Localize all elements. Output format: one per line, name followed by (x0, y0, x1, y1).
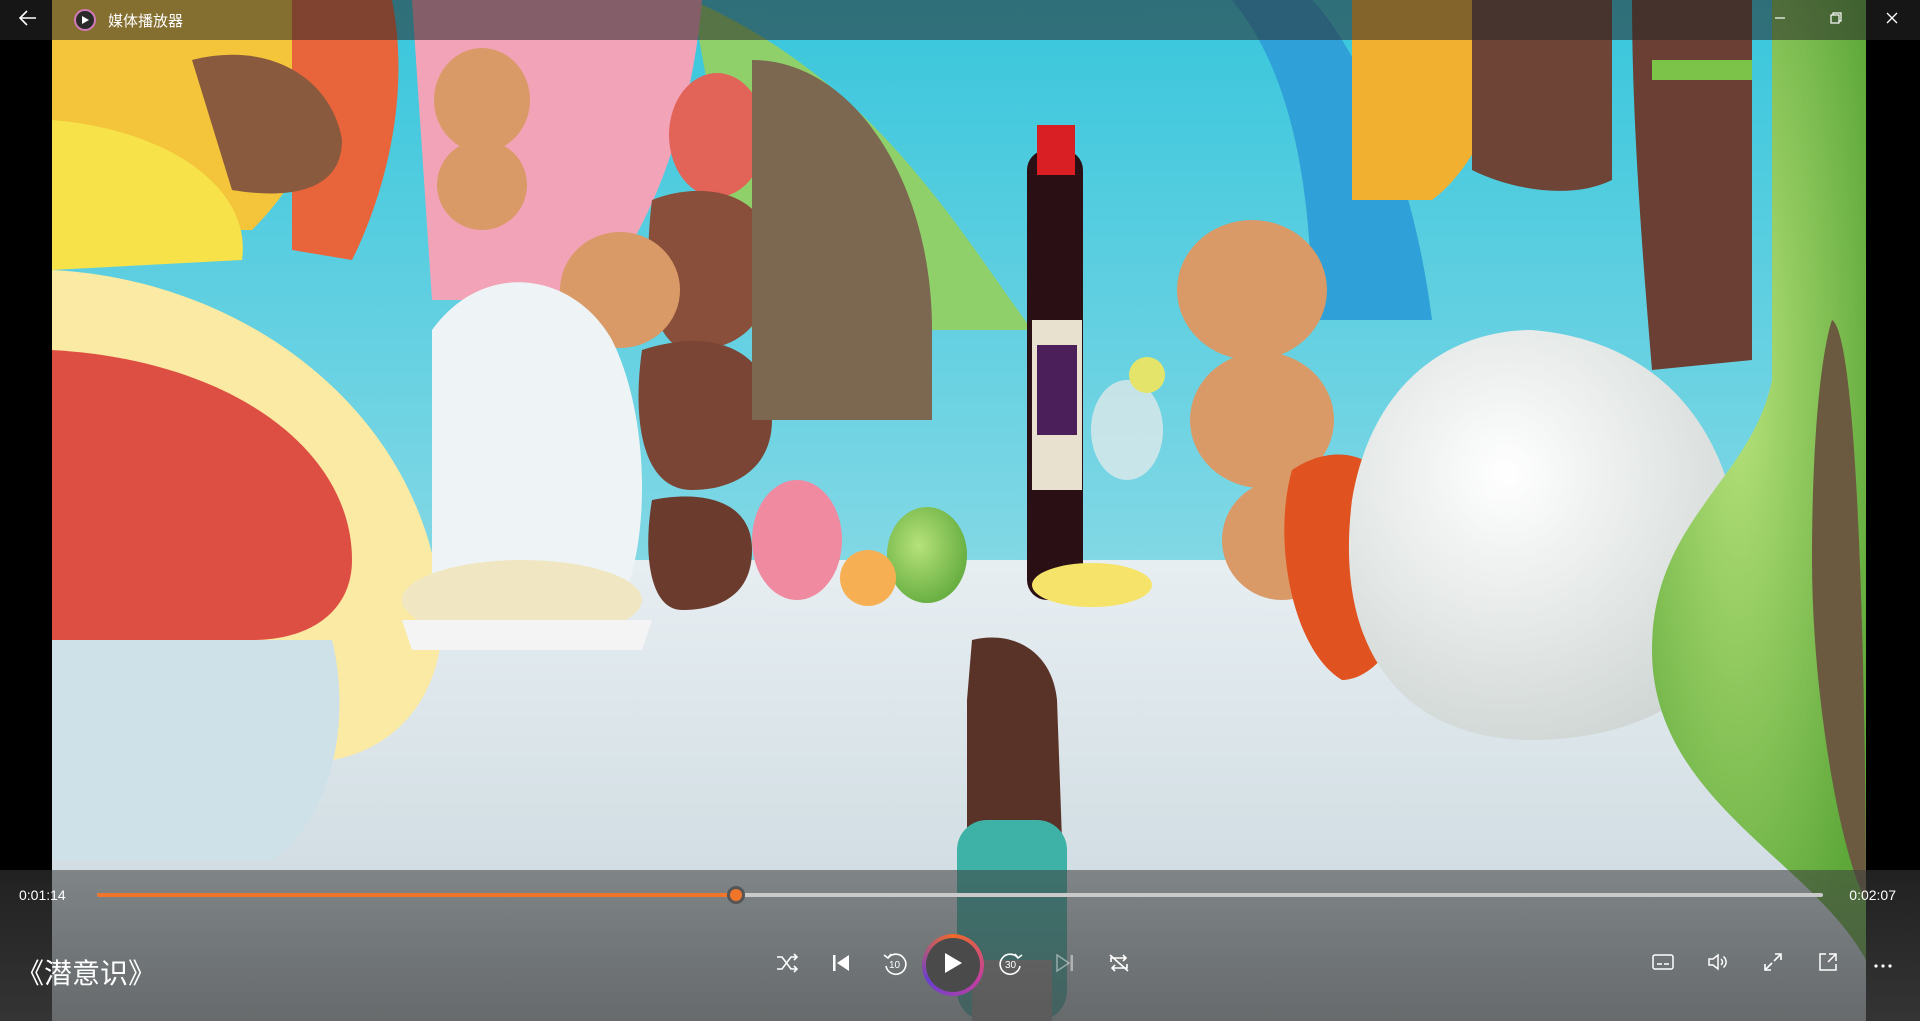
subtitles-icon (1651, 953, 1674, 975)
seek-thumb[interactable] (726, 886, 745, 904)
secondary-controls (1635, 934, 1910, 994)
restore-icon (1830, 11, 1842, 29)
repeat-button[interactable] (1092, 935, 1146, 995)
play-button[interactable] (922, 934, 984, 996)
seek-bar[interactable] (97, 886, 1823, 904)
volume-button[interactable] (1690, 934, 1745, 994)
current-time: 0:01:14 (19, 887, 66, 903)
back-button[interactable] (0, 0, 56, 40)
skip-forward-seconds: 30 (1005, 960, 1017, 971)
media-player-app-icon (74, 9, 96, 31)
next-track-icon (1055, 953, 1075, 978)
seek-bar-progress (97, 893, 736, 897)
window-controls (1752, 0, 1920, 40)
repeat-icon (1107, 952, 1131, 979)
previous-button[interactable] (814, 935, 868, 995)
previous-track-icon (831, 953, 851, 978)
minimize-icon (1774, 11, 1786, 29)
more-options-icon (1873, 955, 1892, 973)
skip-back-10-icon: 10 (882, 952, 908, 978)
playback-controls: 0:01:14 0:02:07 《潜意识》 10 30 (0, 870, 1920, 1021)
mini-player-button[interactable] (1800, 934, 1855, 994)
next-button[interactable] (1038, 935, 1092, 995)
shuffle-button[interactable] (760, 935, 814, 995)
video-frame[interactable] (52, 0, 1866, 1021)
play-button-face (926, 938, 980, 992)
back-arrow-icon (18, 9, 37, 31)
close-icon (1886, 11, 1898, 29)
close-button[interactable] (1864, 0, 1920, 40)
media-title: 《潜意识》 (16, 957, 157, 990)
more-options-button[interactable] (1855, 934, 1910, 994)
shuffle-icon (776, 952, 799, 978)
title-bar: 媒体播放器 (0, 0, 1920, 40)
total-time: 0:02:07 (1849, 887, 1896, 903)
window-title: 媒体播放器 (108, 12, 184, 30)
subtitles-button[interactable] (1635, 934, 1690, 994)
skip-forward-button[interactable]: 30 (984, 935, 1038, 995)
transport-controls: 10 30 (760, 934, 1146, 996)
restore-button[interactable] (1808, 0, 1864, 40)
minimize-button[interactable] (1752, 0, 1808, 40)
skip-back-seconds: 10 (889, 960, 901, 971)
fullscreen-icon (1763, 952, 1783, 977)
mini-player-icon (1818, 952, 1838, 977)
skip-back-button[interactable]: 10 (868, 935, 922, 995)
skip-forward-30-icon: 30 (998, 952, 1024, 978)
volume-icon (1707, 952, 1729, 977)
video-scene (52, 0, 1866, 1021)
play-icon (942, 951, 964, 980)
fullscreen-button[interactable] (1745, 934, 1800, 994)
